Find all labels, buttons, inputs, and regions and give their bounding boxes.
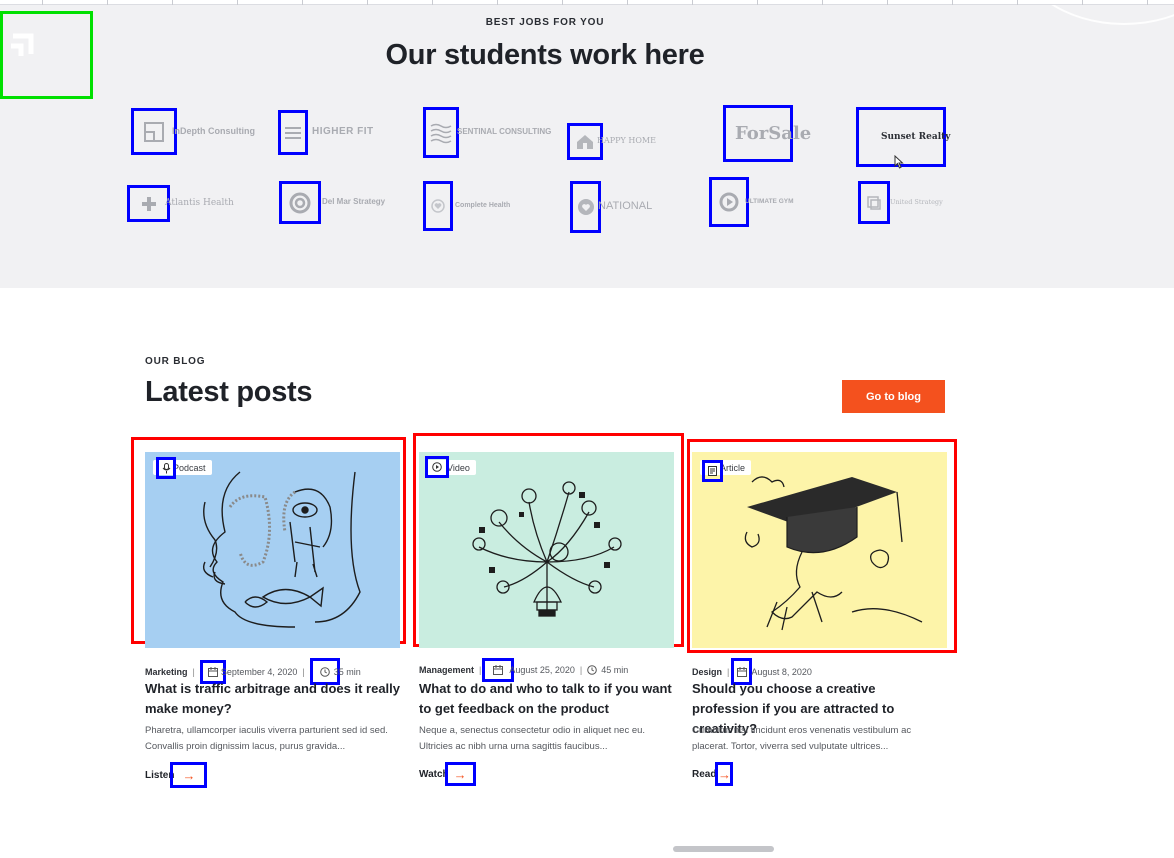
post-headline[interactable]: What is traffic arbitrage and does it re…: [145, 679, 405, 719]
partner-name: HAPPY HOME: [597, 136, 656, 146]
post-excerpt: Curabitur nisl tincidunt eros venenatis …: [692, 725, 912, 752]
microphone-icon: [156, 457, 176, 479]
partner-name: Complete Health: [455, 202, 511, 210]
post-date: August 25, 2020: [509, 665, 575, 675]
play-icon: [425, 456, 449, 478]
partner-name: Del Mar Strategy: [322, 197, 386, 207]
post-cta[interactable]: Read →: [692, 762, 734, 786]
go-to-blog-button[interactable]: Go to blog: [842, 380, 945, 413]
post-cta[interactable]: Watch →: [419, 762, 476, 786]
blog-eyebrow: OUR BLOG: [145, 356, 206, 367]
partner-name: Atlantis Health: [165, 197, 234, 208]
tag-label: Video: [447, 462, 470, 473]
partners-section: BEST JOBS FOR YOU Our students work here…: [0, 5, 1174, 288]
post-category: Management: [419, 665, 475, 675]
partner-name: ULTIMATE GYM: [745, 197, 794, 205]
partner-logo-sentinal[interactable]: SENTINAL CONSULTING: [423, 107, 552, 158]
tag-label: Article: [720, 462, 746, 473]
partner-logo-forsale[interactable]: ForSale: [723, 105, 811, 162]
partner-logo-atlantis[interactable]: Atlantis Health: [127, 185, 234, 222]
arrow-right-icon[interactable]: →: [715, 762, 734, 786]
partner-name: United Strategy: [890, 198, 943, 207]
post-date: September 4, 2020: [220, 666, 298, 677]
layers-icon: [858, 181, 890, 224]
post-image[interactable]: Podcast: [145, 452, 400, 648]
post-duration: 35 min: [333, 666, 361, 677]
partner-logo-higherfit[interactable]: HIGHER FIT: [278, 110, 374, 155]
post-excerpt: Neque a, senectus consectetur odio in al…: [419, 725, 646, 752]
lightbulb-tree-illustration: [472, 481, 622, 617]
partner-name: InDepth Consulting: [172, 125, 255, 136]
post-image[interactable]: Article: [692, 452, 947, 648]
heart-circle-icon: [423, 181, 453, 231]
post-duration: 45 min: [601, 665, 629, 675]
partners-title: Our students work here: [385, 39, 705, 71]
clock-icon: [587, 665, 598, 675]
arrow-right-icon[interactable]: →: [444, 762, 476, 786]
graduation-illustration: [744, 476, 923, 631]
partner-logo-indepth[interactable]: InDepth Consulting: [131, 108, 255, 155]
post-headline[interactable]: What to do and who to talk to if you wan…: [419, 679, 681, 719]
cta-label[interactable]: Read: [692, 769, 716, 780]
partner-name: NATIONAL: [598, 200, 653, 213]
partner-logo-united-strategy[interactable]: United Strategy: [858, 181, 943, 224]
stripes-icon: [278, 110, 308, 155]
circle-badge-icon: [570, 181, 601, 233]
cross-icon: [127, 185, 170, 222]
partner-logo-delmar[interactable]: Del Mar Strategy: [279, 181, 386, 224]
face-illustration: [202, 471, 361, 628]
blog-title: Latest posts: [145, 376, 313, 408]
mouse-cursor-icon: [894, 155, 904, 169]
partner-name: HIGHER FIT: [312, 126, 374, 138]
window-square-icon: [131, 108, 177, 155]
post-excerpt: Pharetra, ullamcorper iaculis viverra pa…: [145, 725, 388, 752]
swirl-icon: [279, 181, 321, 224]
partner-logo-ultimate-gym[interactable]: ULTIMATE GYM: [709, 177, 794, 227]
post-cta[interactable]: Listen →: [145, 762, 208, 788]
post-category: Marketing: [145, 666, 188, 677]
partner-name: Sunset Realty: [881, 131, 951, 142]
post-date: August 8, 2020: [751, 666, 812, 677]
post-image[interactable]: Video: [419, 452, 674, 648]
partner-logo-complete-health[interactable]: Complete Health: [423, 181, 510, 231]
partners-eyebrow: BEST JOBS FOR YOU: [485, 17, 605, 28]
home-indicator[interactable]: [673, 846, 774, 852]
partner-logo-national[interactable]: NATIONAL: [570, 181, 652, 233]
partner-name: ForSale: [735, 123, 812, 144]
partner-logo-happyhome[interactable]: HAPPY HOME: [567, 123, 656, 160]
partner-name: SENTINAL CONSULTING: [457, 127, 552, 137]
document-icon: [702, 460, 723, 482]
post-category: Design: [692, 666, 723, 677]
waves-icon: [423, 107, 459, 158]
arrow-right-icon[interactable]: →: [170, 762, 208, 788]
play-circle-icon: [709, 177, 749, 227]
tag-label: Podcast: [173, 462, 206, 473]
sign-post-icon: ForSale: [723, 105, 811, 162]
